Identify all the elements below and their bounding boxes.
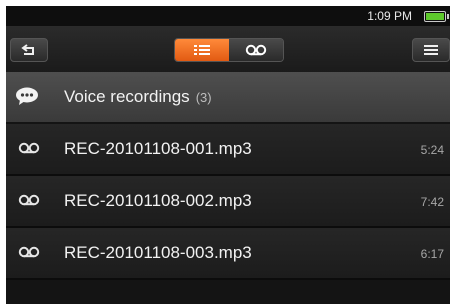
clock: 1:09 PM (367, 9, 412, 23)
folder-title: Voice recordings (3) (64, 87, 212, 106)
list-item[interactable]: REC-20101108-001.mp3 5:24 (6, 124, 450, 176)
voice-recording-icon (16, 193, 42, 207)
duration: 7:42 (420, 195, 444, 209)
menu-icon (424, 45, 438, 55)
back-button[interactable] (10, 38, 48, 62)
toolbar (6, 26, 450, 72)
voice-recording-icon (245, 44, 267, 56)
list-item[interactable]: REC-20101108-003.mp3 6:17 (6, 228, 450, 280)
duration: 6:17 (420, 247, 444, 261)
voice-recording-icon (16, 245, 42, 259)
file-name: REC-20101108-002.mp3 (64, 191, 252, 210)
speech-bubble-icon (14, 85, 40, 107)
folder-header[interactable]: Voice recordings (3) (6, 72, 450, 122)
file-name: REC-20101108-001.mp3 (64, 139, 252, 158)
menu-button[interactable] (412, 38, 450, 62)
back-arrow-icon (21, 44, 34, 55)
list-item[interactable]: REC-20101108-002.mp3 7:42 (6, 176, 450, 228)
item-count: (3) (195, 90, 212, 105)
list-view-icon (194, 45, 210, 55)
view-toggle (174, 38, 284, 62)
list-view-tab[interactable] (175, 39, 229, 61)
voice-recording-icon (16, 141, 42, 155)
status-bar: 1:09 PM (6, 6, 450, 26)
voice-recordings-tab[interactable] (229, 39, 283, 61)
recordings-list: REC-20101108-001.mp3 5:24 REC-20101108-0… (6, 124, 450, 280)
file-name: REC-20101108-003.mp3 (64, 243, 252, 262)
screen: 1:09 PM Voice recordings (3) REC-2010110… (6, 6, 450, 304)
duration: 5:24 (420, 143, 444, 157)
battery-icon (424, 11, 449, 22)
